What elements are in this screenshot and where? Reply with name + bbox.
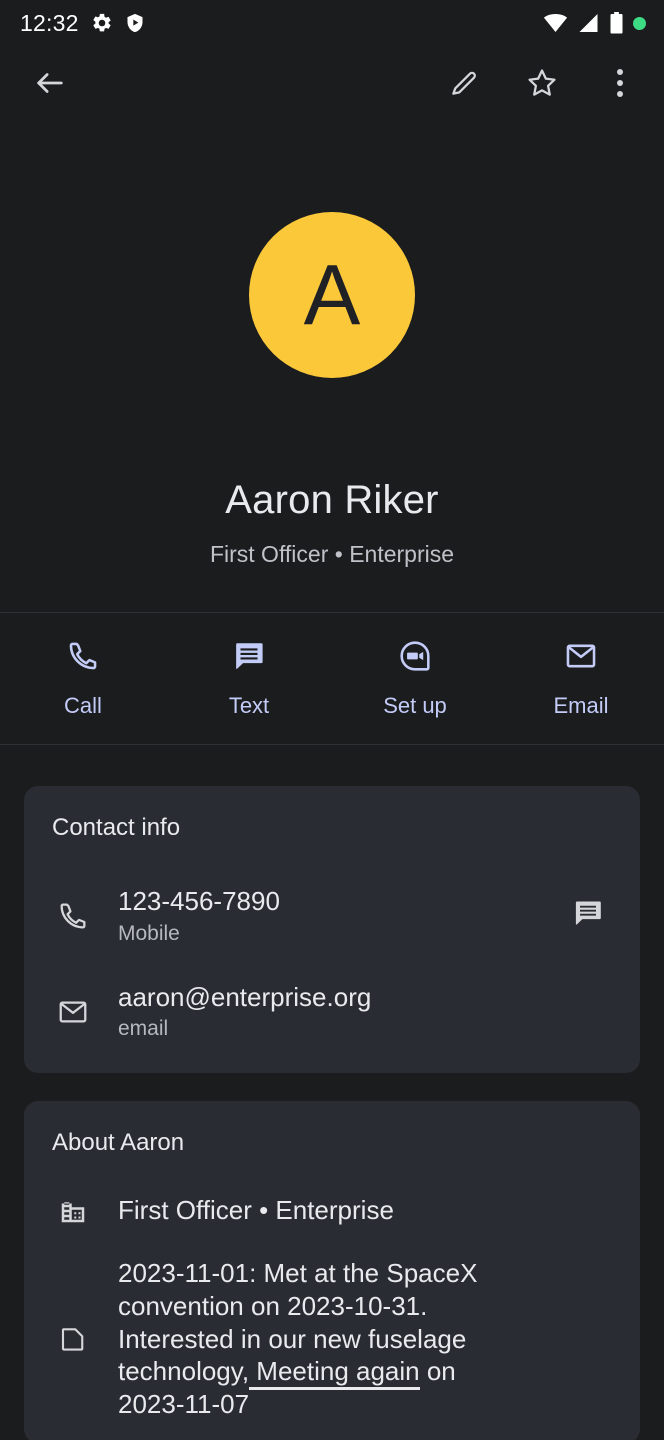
organization-value: First Officer • Enterprise	[118, 1195, 394, 1226]
contact-header: A Aaron Riker First Officer • Enterprise	[0, 120, 664, 568]
status-bar-right	[543, 12, 646, 34]
shield-play-icon	[125, 12, 145, 34]
phone-number: 123-456-7890	[118, 886, 280, 916]
note-selected-text[interactable]: Meeting again	[249, 1356, 420, 1391]
email-label: email	[118, 1017, 169, 1041]
note-line-4-after: on	[419, 1356, 456, 1387]
privacy-indicator-dot	[633, 16, 646, 30]
email-icon	[564, 639, 598, 678]
note-line-1: 2023-11-01: Met at the SpaceX	[118, 1258, 478, 1289]
text-action-label: Text	[228, 692, 270, 718]
quick-actions-bar: Call Text Set up Email	[0, 612, 664, 745]
cellular-signal-icon	[577, 13, 600, 33]
organization-text: First Officer • Enterprise	[118, 1195, 614, 1227]
organization-row[interactable]: First Officer • Enterprise	[24, 1191, 640, 1231]
note-row[interactable]: 2023-11-01: Met at the SpaceX convention…	[24, 1231, 640, 1421]
note-line-3: Interested in our new fuselage	[118, 1323, 467, 1354]
setup-action-button[interactable]: Set up	[332, 639, 498, 719]
wifi-icon	[543, 13, 568, 33]
phone-label: Mobile	[118, 921, 180, 945]
toolbar-actions	[436, 55, 648, 111]
video-call-icon	[398, 639, 432, 678]
phone-row[interactable]: 123-456-7890 Mobile	[24, 876, 640, 956]
email-row[interactable]: aaron@enterprise.org email	[24, 956, 640, 1052]
status-bar-left: 12:32	[20, 9, 145, 36]
email-address: aaron@enterprise.org	[118, 981, 372, 1012]
contact-info-title: Contact info	[52, 814, 181, 841]
text-action-button[interactable]: Text	[166, 639, 332, 719]
back-button[interactable]	[22, 55, 78, 111]
more-options-button[interactable]	[592, 55, 648, 111]
battery-icon	[609, 12, 624, 34]
message-icon	[232, 639, 266, 678]
setup-action-label: Set up	[383, 692, 447, 718]
email-action-button[interactable]: Email	[498, 639, 664, 719]
building-icon	[50, 1196, 96, 1226]
note-body: 2023-11-01: Met at the SpaceX convention…	[118, 1257, 518, 1421]
message-icon	[572, 897, 604, 934]
note-text-wrapper: 2023-11-01: Met at the SpaceX convention…	[118, 1257, 614, 1421]
overflow-dots-icon	[617, 69, 623, 97]
about-title: About Aaron	[52, 1129, 185, 1157]
app-toolbar	[0, 46, 664, 120]
status-bar-clock: 12:32	[20, 9, 79, 36]
send-message-button[interactable]	[562, 897, 614, 934]
contact-subtitle: First Officer • Enterprise	[209, 541, 455, 567]
contact-name: Aaron Riker	[225, 478, 439, 522]
note-line-4-before: technology,	[118, 1356, 250, 1387]
call-action-button[interactable]: Call	[0, 639, 166, 719]
edit-contact-button[interactable]	[436, 55, 492, 111]
phone-text: 123-456-7890 Mobile	[118, 886, 540, 946]
email-action-label: Email	[553, 692, 609, 718]
settings-gear-icon	[91, 12, 113, 34]
call-action-label: Call	[64, 692, 102, 718]
email-text: aaron@enterprise.org email	[118, 982, 614, 1042]
note-line-4: technology, Meeting again on	[118, 1355, 518, 1391]
email-icon	[50, 996, 96, 1028]
avatar: A	[249, 212, 415, 378]
about-card: About Aaron First Officer • Enterprise 2…	[24, 1101, 640, 1440]
contact-info-card: Contact info 123-456-7890 Mobile aaron@e…	[24, 786, 640, 1074]
phone-icon	[50, 900, 96, 932]
note-icon	[50, 1324, 96, 1354]
note-line-5: 2023-11-07	[118, 1389, 250, 1420]
favorite-star-button[interactable]	[514, 55, 570, 111]
phone-icon	[66, 639, 100, 678]
status-bar: 12:32	[0, 0, 664, 46]
note-line-2: convention on 2023-10-31.	[118, 1290, 428, 1321]
